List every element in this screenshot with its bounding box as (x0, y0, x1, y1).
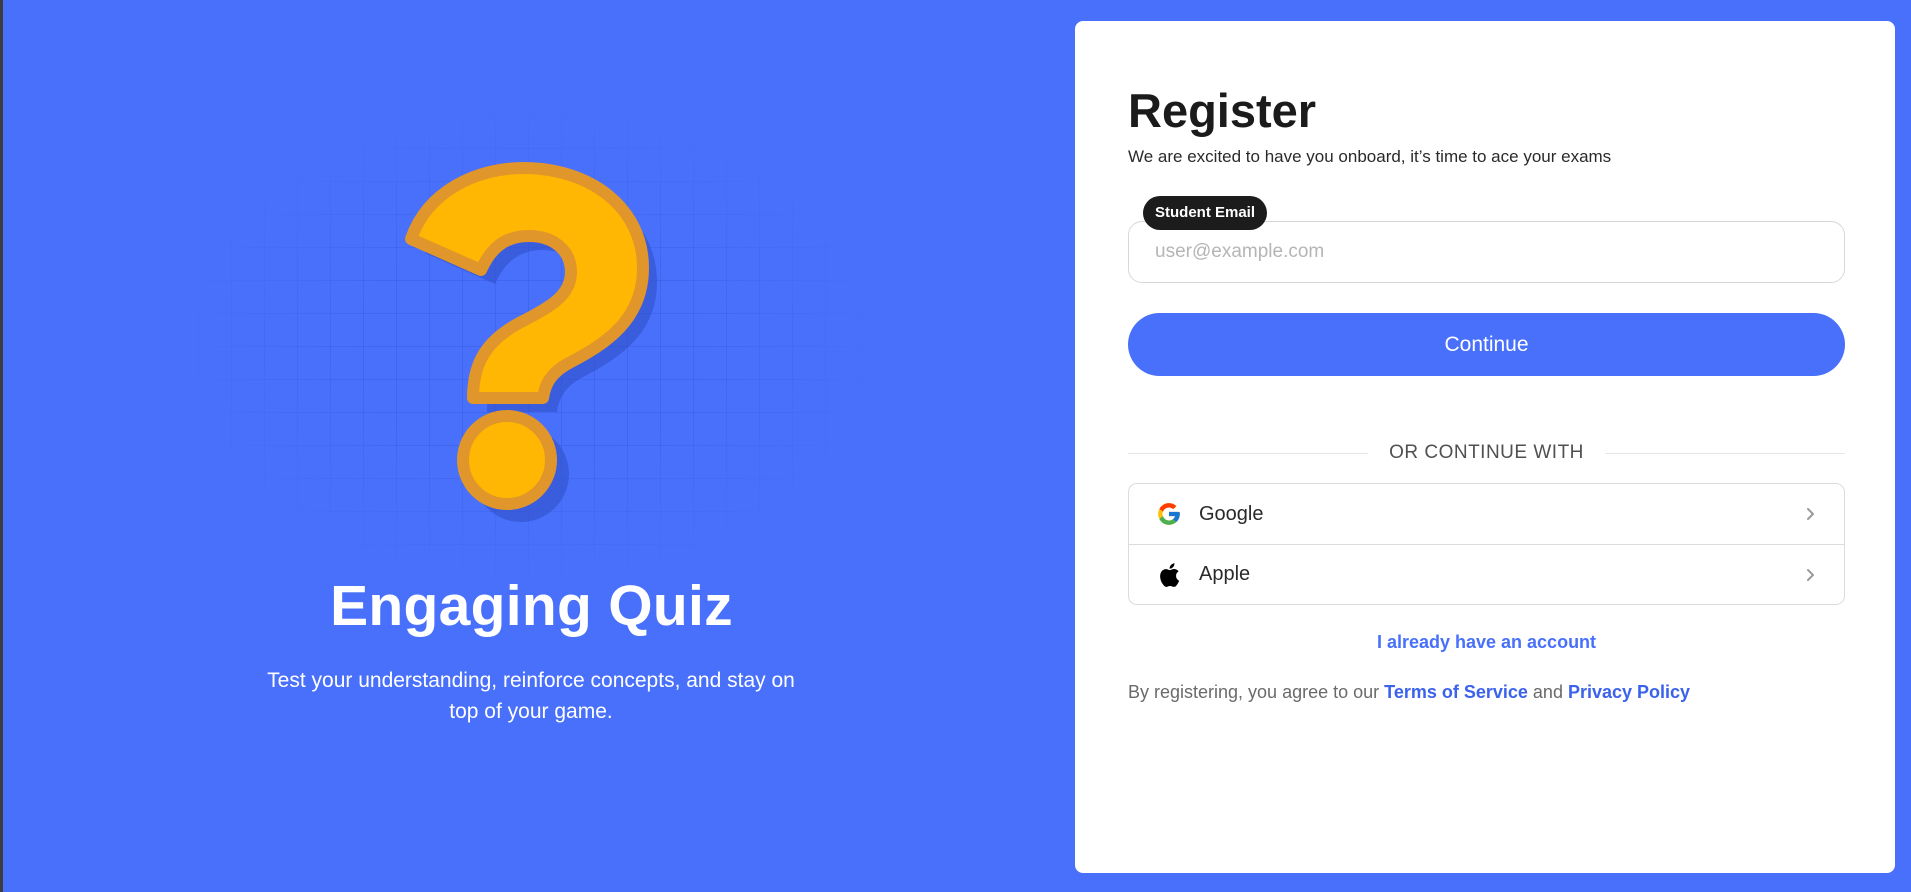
google-icon (1155, 501, 1182, 528)
terms-notice: By registering, you agree to our Terms o… (1128, 682, 1690, 703)
apple-label: Apple (1199, 563, 1251, 585)
register-title: Register (1128, 84, 1317, 137)
hero-panel: Engaging Quiz Test your understanding, r… (3, 0, 1060, 892)
register-card: Register We are excited to have you onbo… (1075, 21, 1895, 873)
divider-line-right (1605, 453, 1845, 454)
continue-button[interactable]: Continue (1128, 313, 1845, 376)
social-login-list: Google Apple (1128, 483, 1845, 605)
email-label: Student Email (1143, 196, 1268, 230)
google-label: Google (1199, 502, 1264, 525)
email-field-group: Student Email (1128, 196, 1845, 283)
terms-of-service-link[interactable]: Terms of Service (1384, 682, 1528, 702)
app-frame: Engaging Quiz Test your understanding, r… (3, 0, 1911, 892)
chevron-right-icon (1807, 569, 1814, 581)
google-login-button[interactable]: Google (1129, 484, 1844, 544)
terms-joiner: and (1532, 682, 1563, 702)
hero-title: Engaging Quiz (330, 574, 733, 638)
apple-icon (1155, 561, 1182, 588)
apple-login-button[interactable]: Apple (1129, 544, 1844, 604)
privacy-policy-link[interactable]: Privacy Policy (1568, 682, 1690, 702)
email-field[interactable] (1128, 221, 1845, 283)
or-divider: OR CONTINUE WITH (1128, 439, 1845, 467)
hero-subtitle: Test your understanding, reinforce conce… (267, 669, 795, 723)
question-mark-icon (405, 162, 657, 522)
existing-account-link[interactable]: I already have an account (1128, 632, 1845, 653)
chevron-right-icon (1807, 508, 1814, 520)
terms-prefix: By registering, you agree to our (1128, 682, 1380, 702)
register-subtitle: We are excited to have you onboard, it’s… (1128, 147, 1612, 166)
